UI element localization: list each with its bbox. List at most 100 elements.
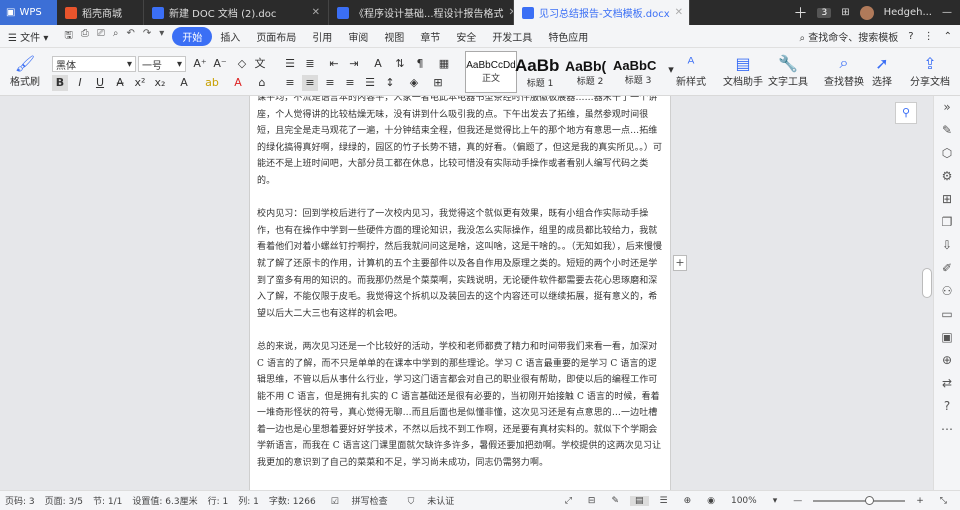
status-page[interactable]: 页码: 3 bbox=[0, 494, 40, 507]
align-right-icon[interactable]: ≡ bbox=[322, 75, 338, 91]
location-pin-icon[interactable]: ⚲ bbox=[895, 102, 917, 124]
table-border-icon[interactable]: ▦ bbox=[436, 56, 452, 72]
grid-icon[interactable]: ⊞ bbox=[841, 7, 849, 18]
brush-icon[interactable]: ✐ bbox=[942, 261, 952, 275]
status-section[interactable]: 节: 1/1 bbox=[88, 494, 127, 507]
share-doc-button[interactable]: ⇪ 分享文档 bbox=[910, 53, 950, 89]
doc-helper-button[interactable]: ▤ 文档助手 bbox=[723, 53, 763, 89]
expand-sidebar-icon[interactable]: » bbox=[943, 100, 950, 114]
indent-icon[interactable]: ⇥ bbox=[346, 56, 362, 72]
text-tools-button[interactable]: 🔧 文字工具 bbox=[768, 53, 808, 89]
status-row[interactable]: 行: 1 bbox=[203, 494, 234, 507]
tab-security[interactable]: 安全 bbox=[448, 29, 484, 44]
close-icon[interactable]: ✕ bbox=[312, 7, 320, 18]
file-menu[interactable]: ☰ 文件 ▾ bbox=[0, 29, 56, 44]
tab-insert[interactable]: 插入 bbox=[212, 29, 248, 44]
font-color-button[interactable]: A bbox=[230, 75, 246, 91]
outline-view-icon[interactable]: ☰ bbox=[655, 496, 673, 506]
scrollbar-thumb[interactable] bbox=[922, 268, 932, 298]
help-icon[interactable]: ? bbox=[944, 399, 950, 413]
export-icon[interactable]: ⎙ bbox=[81, 28, 89, 45]
tab-start[interactable]: 开始 bbox=[172, 26, 213, 46]
char-shading-icon[interactable]: ⌂ bbox=[254, 75, 270, 91]
outdent-icon[interactable]: ⇤ bbox=[326, 56, 342, 72]
shading-icon[interactable]: ◈ bbox=[406, 75, 422, 91]
clear-format-icon[interactable]: ◇ bbox=[234, 56, 250, 72]
zoom-out-icon[interactable]: — bbox=[788, 496, 807, 506]
tab-features[interactable]: 特色应用 bbox=[540, 29, 596, 44]
new-style-button[interactable]: ᴬ 新样式 bbox=[676, 53, 706, 89]
box-icon[interactable]: ▭ bbox=[941, 307, 952, 321]
font-size-select[interactable]: 一号 ▾ bbox=[138, 56, 186, 72]
pen-icon[interactable]: ✎ bbox=[606, 496, 624, 506]
help-icon[interactable]: ? bbox=[908, 31, 913, 42]
fit-page-icon[interactable]: ⤡ bbox=[935, 496, 952, 506]
border-button[interactable]: A bbox=[176, 75, 192, 91]
settings-sliders-icon[interactable]: ⚙ bbox=[942, 169, 953, 183]
align-center-icon[interactable]: ≡ bbox=[302, 75, 318, 91]
phonetic-icon[interactable]: 文 bbox=[252, 56, 268, 72]
save-icon[interactable]: 🖫 bbox=[64, 28, 73, 45]
zoom-in-icon[interactable]: + bbox=[911, 496, 929, 506]
subscript-button[interactable]: x₂ bbox=[152, 75, 168, 91]
distribute-icon[interactable]: ☰ bbox=[362, 75, 378, 91]
more-options-icon[interactable]: ⋮ bbox=[924, 31, 934, 42]
tab-reference[interactable]: 引用 bbox=[304, 29, 340, 44]
redo-icon[interactable]: ↷ bbox=[143, 28, 151, 45]
tab-chapter[interactable]: 章节 bbox=[412, 29, 448, 44]
paragraph[interactable]: 总的来说，两次见习还是一个比较好的活动，学校和老师都费了精力和时间带我们来看一看… bbox=[257, 339, 665, 472]
edit-icon[interactable]: ✎ bbox=[942, 123, 952, 137]
bullet-list-icon[interactable]: ☰ bbox=[282, 56, 298, 72]
command-search[interactable]: ⌕ 查找命令、搜索模板 bbox=[800, 29, 899, 44]
tab-review[interactable]: 审阅 bbox=[340, 29, 376, 44]
auth-status[interactable]: ⛉ 未认证 bbox=[398, 494, 465, 507]
window-count-badge[interactable]: 3 bbox=[817, 7, 832, 18]
spell-check[interactable]: ☑ 拼写检查 bbox=[321, 494, 398, 507]
paragraph[interactable]: 课平均，不流是语言本的内容平，人家一者电此本电器书型条经时件服徽板展器……器米十… bbox=[257, 96, 665, 190]
chinese-layout-icon[interactable]: A bbox=[370, 56, 386, 72]
document-page[interactable]: 课平均，不流是语言本的内容平，人家一者电此本电器书型条经时件服徽板展器……器米十… bbox=[249, 96, 671, 490]
collapse-ribbon-icon[interactable]: ⌃ bbox=[944, 31, 952, 42]
style-normal[interactable]: AaBbCcDd 正文 bbox=[465, 51, 517, 93]
zoom-level[interactable]: 100% bbox=[726, 496, 762, 506]
strikethrough-button[interactable]: A̶ bbox=[112, 75, 128, 91]
more-icon[interactable]: ▾ bbox=[159, 28, 164, 45]
status-pages[interactable]: 页面: 3/5 bbox=[40, 494, 88, 507]
line-spacing-icon[interactable]: ↕ bbox=[382, 75, 398, 91]
status-col[interactable]: 列: 1 bbox=[233, 494, 264, 507]
preview-icon[interactable]: ⌕ bbox=[113, 28, 119, 45]
show-marks-icon[interactable]: ¶ bbox=[412, 56, 428, 72]
font-family-select[interactable]: 黑体 ▾ bbox=[52, 56, 136, 72]
download-icon[interactable]: ⊕ bbox=[942, 353, 952, 367]
image-icon[interactable]: ▣ bbox=[941, 330, 952, 344]
shapes-icon[interactable]: ⬡ bbox=[942, 146, 952, 160]
zoom-slider[interactable] bbox=[813, 495, 906, 505]
justify-icon[interactable]: ≡ bbox=[342, 75, 358, 91]
align-left-icon[interactable]: ≡ bbox=[282, 75, 298, 91]
format-painter-button[interactable]: 🖌 格式刷 bbox=[10, 53, 40, 89]
avatar[interactable] bbox=[859, 5, 874, 20]
reading-mode-icon[interactable]: ⊟ bbox=[583, 496, 601, 506]
full-screen-icon[interactable]: ⤢ bbox=[560, 496, 577, 506]
undo-icon[interactable]: ↶ bbox=[127, 28, 135, 45]
web-view-icon[interactable]: ⊕ bbox=[679, 496, 697, 506]
add-block-icon[interactable]: + bbox=[673, 255, 687, 271]
document-body[interactable]: 课平均，不流是语言本的内容平，人家一者电此本电器书型条经时件服徽板展器……器米十… bbox=[257, 96, 665, 488]
superscript-button[interactable]: x² bbox=[132, 75, 148, 91]
paragraph[interactable]: 校内见习：回到学校后进行了一次校内见习，我觉得这个就似更有效果，既有小组合作实际… bbox=[257, 206, 665, 322]
translate-icon[interactable]: ⇄ bbox=[942, 376, 952, 390]
select-button[interactable]: ➚ 选择 bbox=[872, 53, 892, 89]
tab-store[interactable]: 稻壳商城 bbox=[57, 0, 144, 25]
grow-font-icon[interactable]: A⁺ bbox=[192, 56, 208, 72]
print-icon[interactable]: ⎚ bbox=[97, 28, 105, 45]
grid-icon[interactable]: ⊞ bbox=[942, 192, 952, 206]
highlight-button[interactable]: ab bbox=[204, 75, 220, 91]
shrink-font-icon[interactable]: A⁻ bbox=[212, 56, 228, 72]
style-heading-1[interactable]: AaBb 标题 1 bbox=[514, 51, 566, 93]
italic-button[interactable]: I bbox=[72, 75, 88, 91]
status-word-count[interactable]: 字数: 1266 bbox=[264, 494, 321, 507]
zoom-dropdown-icon[interactable]: ▾ bbox=[768, 496, 783, 506]
eye-protection-icon[interactable]: ◉ bbox=[702, 496, 720, 506]
zoom-slider-handle[interactable] bbox=[865, 495, 875, 505]
user-name[interactable]: Hedgeh... bbox=[884, 7, 932, 18]
